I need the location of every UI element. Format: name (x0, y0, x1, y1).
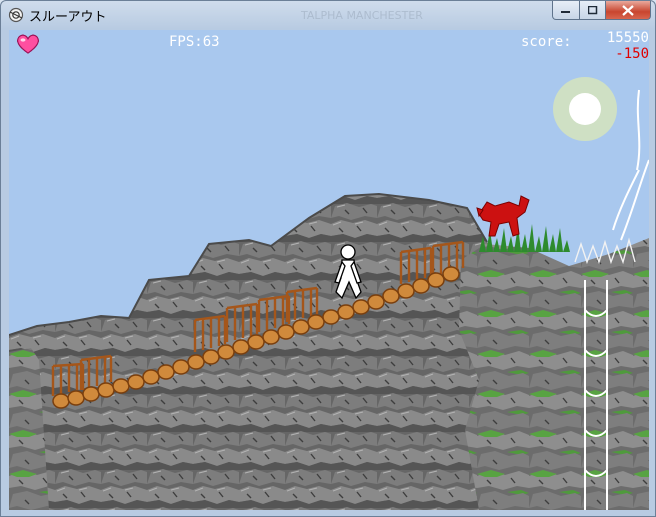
mossy-cliff (459, 238, 649, 510)
score-value: 15550 (606, 30, 649, 46)
close-icon (622, 4, 634, 16)
minimize-icon (561, 11, 570, 13)
hud: FPS:63 score: 15550 -150 (9, 30, 649, 90)
window-title: スルーアウト (29, 10, 107, 25)
maximize-icon (587, 5, 597, 14)
maximize-button[interactable] (579, 1, 606, 20)
title-bar[interactable]: スルーアウト TALPHA MANCHESTER (1, 1, 655, 28)
app-icon (8, 7, 24, 23)
background-window-title: TALPHA MANCHESTER (301, 9, 423, 22)
game-canvas[interactable]: FPS:63 score: 15550 -150 (9, 30, 649, 510)
minimize-button[interactable] (552, 1, 580, 20)
fps-counter: FPS:63 (169, 34, 220, 50)
game-window: スルーアウト TALPHA MANCHESTER FPS:63 score: 1… (0, 0, 656, 517)
close-button[interactable] (605, 1, 651, 20)
game-scene (9, 30, 649, 510)
heart-icon (17, 34, 39, 54)
score-label: score: (521, 34, 572, 50)
score-delta: -150 (615, 46, 649, 62)
